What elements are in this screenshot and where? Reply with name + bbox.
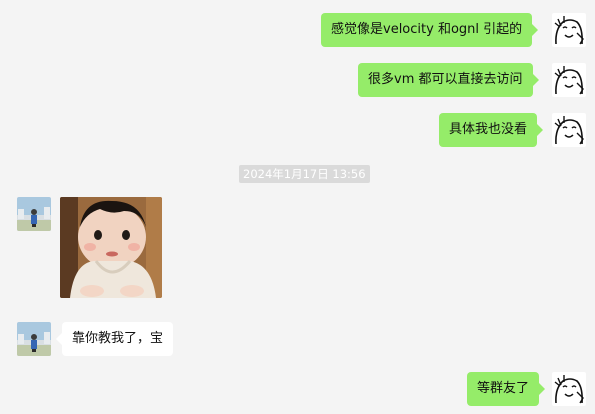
- image-message[interactable]: [60, 197, 162, 298]
- message-bubble-self[interactable]: 具体我也没看: [439, 113, 544, 147]
- message-bubble-self[interactable]: 很多vm 都可以直接去访问: [358, 63, 538, 97]
- self-avatar-icon[interactable]: [552, 113, 586, 147]
- chat-message-area: 感觉像是velocity 和ognl 引起的 很多vm 都可以直接去访问 具体我…: [0, 0, 595, 414]
- message-timestamp: 2024年1月17日 13:56: [239, 165, 370, 183]
- other-avatar-icon[interactable]: [17, 322, 51, 356]
- self-avatar-icon[interactable]: [552, 13, 586, 47]
- self-avatar-icon[interactable]: [552, 63, 586, 97]
- self-avatar-icon[interactable]: [552, 372, 586, 406]
- message-bubble-other[interactable]: 靠你教我了，宝: [55, 322, 174, 356]
- other-avatar-icon[interactable]: [17, 197, 51, 231]
- message-bubble-self[interactable]: 感觉像是velocity 和ognl 引起的: [321, 13, 539, 47]
- message-bubble-self[interactable]: 等群友了: [467, 372, 546, 406]
